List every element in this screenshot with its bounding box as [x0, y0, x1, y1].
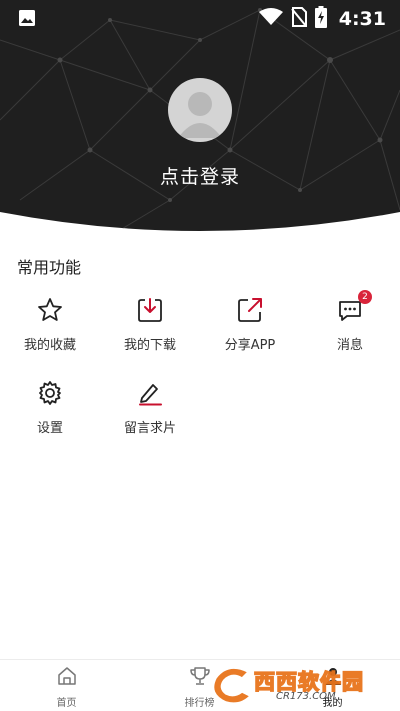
- download-icon: [136, 296, 164, 324]
- request-movie-label: 留言求片: [123, 421, 176, 436]
- downloads-button[interactable]: 我的下载: [100, 296, 200, 358]
- battery-charging-icon: [314, 6, 327, 32]
- share-app-label: 分享APP: [224, 338, 276, 353]
- tab-home[interactable]: 首页: [0, 666, 133, 709]
- messages-label: 消息: [336, 338, 363, 353]
- star-icon: [36, 296, 64, 324]
- settings-label: 设置: [36, 421, 63, 436]
- no-sim-icon: [290, 7, 307, 31]
- watermark: 西西软件园 CR173.COM: [208, 664, 384, 706]
- tab-home-label: 首页: [56, 698, 77, 709]
- message-icon: 2: [336, 290, 372, 324]
- image-icon: [18, 9, 36, 31]
- favorites-button[interactable]: 我的收藏: [0, 296, 100, 358]
- share-app-button[interactable]: 分享APP: [200, 296, 300, 358]
- settings-button[interactable]: 设置: [0, 379, 100, 441]
- messages-button[interactable]: 2 消息: [300, 290, 400, 358]
- gear-icon: [36, 379, 64, 407]
- login-link[interactable]: 点击登录: [0, 162, 400, 189]
- home-icon: [56, 666, 78, 690]
- share-icon: [236, 296, 264, 324]
- status-time: 4:31: [338, 8, 386, 30]
- user-avatar-icon: [178, 92, 222, 138]
- unread-badge: 2: [358, 290, 372, 304]
- avatar[interactable]: [168, 78, 232, 142]
- request-movie-button[interactable]: 留言求片: [100, 379, 200, 441]
- favorites-label: 我的收藏: [23, 338, 76, 353]
- section-title: 常用功能: [17, 258, 82, 277]
- downloads-label: 我的下载: [123, 338, 176, 353]
- profile-header: 4:31 点击登录: [0, 0, 400, 240]
- watermark-sub-text: CR173.COM: [276, 691, 336, 702]
- watermark-logo-icon: [212, 667, 252, 704]
- status-bar: 4:31: [0, 0, 400, 36]
- wifi-icon: [258, 8, 283, 30]
- edit-icon: [136, 379, 164, 407]
